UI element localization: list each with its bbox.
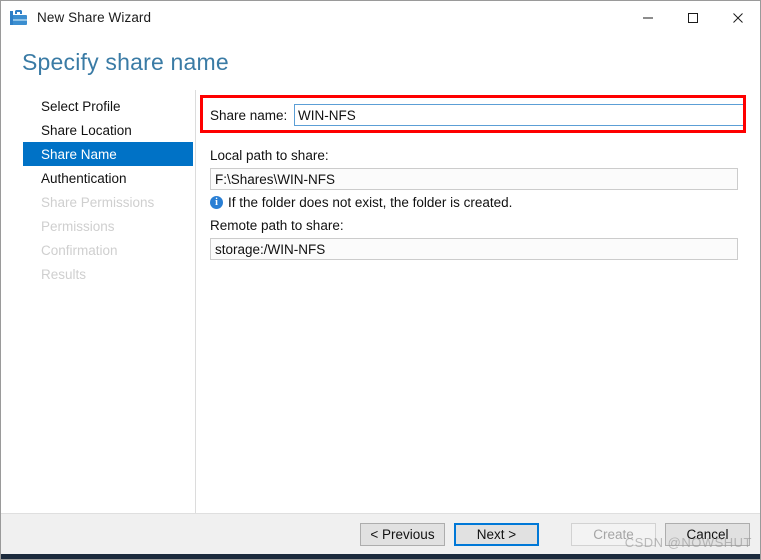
maximize-icon[interactable]: [670, 1, 715, 34]
sidebar-item-results: Results: [23, 262, 193, 286]
minimize-icon[interactable]: [625, 1, 670, 34]
sidebar-item-share-name[interactable]: Share Name: [23, 142, 193, 166]
share-name-row: Share name:: [210, 104, 746, 126]
remote-path-block: Remote path to share:: [210, 218, 738, 260]
next-button[interactable]: Next >: [454, 522, 539, 546]
sidebar-item-select-profile[interactable]: Select Profile: [23, 94, 193, 118]
sidebar-item-label: Authentication: [41, 170, 127, 186]
share-name-label: Share name:: [210, 107, 288, 123]
local-path-input[interactable]: [210, 168, 738, 190]
sidebar-item-label: Confirmation: [41, 242, 118, 258]
previous-button[interactable]: < Previous: [360, 522, 445, 546]
remote-path-label: Remote path to share:: [210, 218, 344, 233]
cancel-button[interactable]: Cancel: [665, 522, 750, 546]
window-controls: [625, 1, 760, 34]
local-path-label: Local path to share:: [210, 148, 329, 163]
sidebar-item-label: Share Location: [41, 122, 132, 138]
share-wizard-icon: [10, 9, 28, 27]
sidebar-item-label: Results: [41, 266, 87, 282]
sidebar-item-authentication[interactable]: Authentication: [23, 166, 193, 190]
title-bar: New Share Wizard: [1, 1, 760, 34]
page-title: Specify share name: [22, 48, 229, 75]
local-path-hint-row: i If the folder does not exist, the fold…: [210, 195, 738, 210]
remote-path-input[interactable]: [210, 238, 738, 260]
sidebar-item-permissions: Permissions: [23, 214, 193, 238]
bottom-accent-strip: [1, 554, 760, 559]
wizard-steps-sidebar: Select Profile Share Location Share Name…: [1, 90, 196, 513]
sidebar-item-share-permissions: Share Permissions: [23, 190, 193, 214]
sidebar-item-confirmation: Confirmation: [23, 238, 193, 262]
sidebar-item-label: Permissions: [41, 218, 115, 234]
local-path-block: Local path to share: i If the folder doe…: [210, 148, 738, 210]
sidebar-item-label: Share Name: [41, 146, 117, 162]
wizard-content: Share name: Local path to share: i If th…: [196, 90, 760, 513]
window-title: New Share Wizard: [37, 10, 152, 25]
sidebar-item-label: Share Permissions: [41, 194, 155, 210]
sidebar-item-label: Select Profile: [41, 98, 121, 114]
wizard-body: Select Profile Share Location Share Name…: [1, 90, 760, 513]
share-name-input[interactable]: [294, 104, 746, 126]
info-icon: i: [210, 196, 223, 209]
title-bar-left: New Share Wizard: [1, 9, 151, 27]
sidebar-item-share-location[interactable]: Share Location: [23, 118, 193, 142]
close-icon[interactable]: [715, 1, 760, 34]
local-path-hint-text: If the folder does not exist, the folder…: [228, 195, 513, 210]
wizard-footer: < Previous Next > Create Cancel CSDN @NO…: [1, 513, 760, 554]
create-button: Create: [571, 522, 656, 546]
page-header: Specify share name: [1, 34, 760, 90]
new-share-wizard-window: New Share Wizard Specify share name Sele…: [0, 0, 761, 560]
